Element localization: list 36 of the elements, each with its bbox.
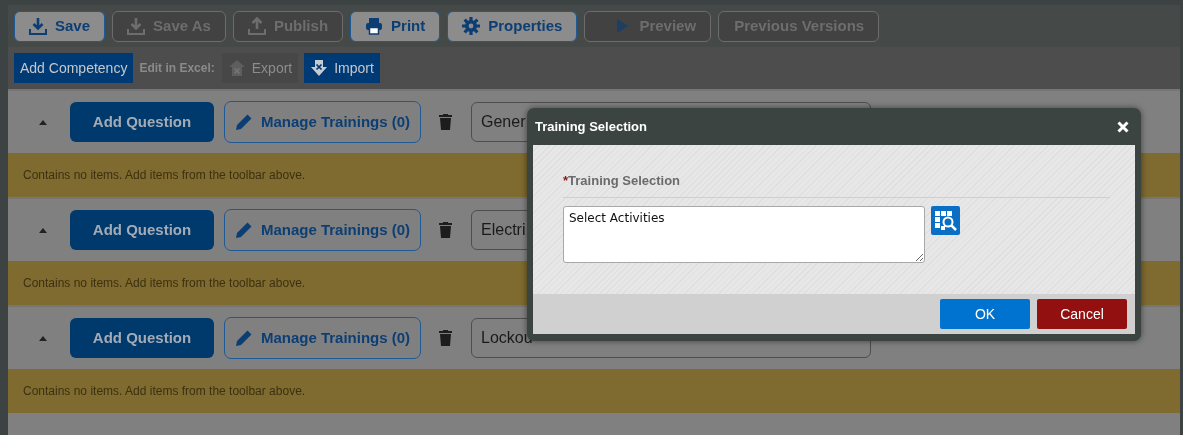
grid-search-button[interactable] (931, 205, 960, 235)
add-question-button[interactable]: Add Question (70, 102, 214, 142)
excel-label: Edit in Excel: (139, 60, 215, 77)
download-icon (127, 17, 146, 35)
trash-icon[interactable] (439, 330, 452, 346)
toolbar-button[interactable]: Properties (447, 10, 578, 42)
pencil-icon (234, 113, 253, 131)
pencil-icon (234, 221, 253, 239)
trash-icon[interactable] (439, 114, 452, 130)
empty-notice: Contains no items. Add items from the toolbar above. (8, 369, 1180, 413)
gear-icon (462, 17, 481, 35)
pencil-icon (234, 329, 253, 347)
download-icon (29, 17, 47, 35)
add-question-button[interactable]: Add Question (70, 318, 214, 358)
ok-button[interactable]: OK (940, 299, 1030, 329)
caret-icon[interactable] (38, 119, 48, 125)
dialog-title: Training Selection (535, 117, 647, 136)
download-excel-icon (310, 59, 329, 77)
printer-icon (365, 17, 384, 35)
caret-icon[interactable] (38, 335, 48, 341)
manage-trainings-button[interactable]: Manage Trainings (0) (224, 317, 421, 359)
add-question-button[interactable]: Add Question (70, 210, 214, 250)
cancel-button[interactable]: Cancel (1037, 299, 1127, 329)
toolbar-button[interactable]: Save (14, 10, 106, 42)
upload-excel-icon (227, 59, 246, 77)
caret-icon[interactable] (38, 227, 48, 233)
toolbar-button[interactable]: Print (350, 10, 441, 42)
manage-trainings-button[interactable]: Manage Trainings (0) (224, 101, 421, 143)
activities-field[interactable]: Select Activities (563, 205, 925, 263)
close-icon[interactable] (1117, 120, 1129, 133)
add-competency-button[interactable]: Add Competency (14, 53, 134, 83)
trash-icon[interactable] (439, 222, 452, 238)
upload-icon (247, 17, 266, 35)
manage-trainings-button[interactable]: Manage Trainings (0) (224, 209, 421, 251)
import-button[interactable]: Import (304, 53, 380, 83)
field-label: *Training Selection (563, 171, 1110, 198)
